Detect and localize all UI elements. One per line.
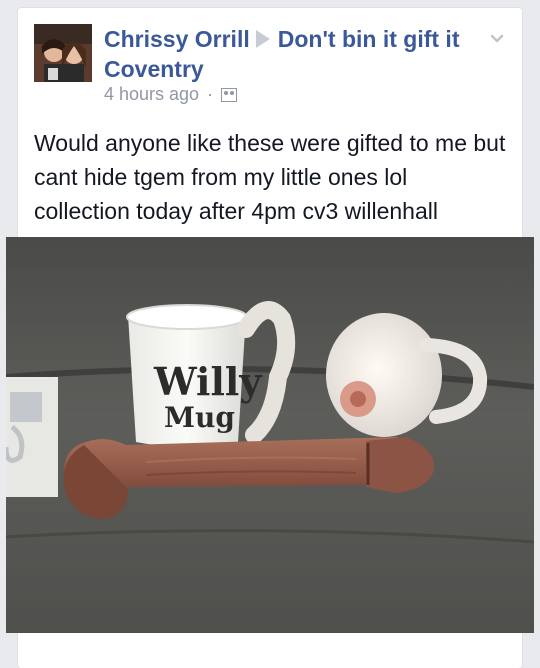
mug-text-line1: Willy [153, 359, 262, 404]
post-meta: 4 hours ago · [104, 84, 238, 105]
post-header: Chrissy Orrill Don't bin it gift it Covent… [104, 24, 484, 84]
mug-text-line2: Mug [164, 401, 235, 434]
shared-to-arrow-icon [255, 30, 270, 48]
meta-separator: · [207, 84, 214, 104]
group-name-line1: Don't bin it gift it [277, 26, 460, 52]
author-name-link[interactable]: Chrissy Orrill [104, 26, 250, 52]
post-photo[interactable]: Willy Mug [6, 237, 534, 633]
post-timestamp[interactable]: 4 hours ago [104, 84, 199, 105]
photo-image: Willy Mug [6, 237, 534, 633]
post-message: Would anyone like these were gifted to m… [34, 130, 506, 224]
avatar-image [34, 24, 92, 82]
group-audience-icon[interactable] [221, 87, 238, 102]
news-feed-post: Chrissy Orrill Don't bin it gift it Covent… [6, 8, 534, 668]
chevron-down-icon[interactable] [490, 32, 504, 46]
group-name-line2: Coventry [104, 56, 204, 82]
author-avatar[interactable] [34, 24, 92, 82]
